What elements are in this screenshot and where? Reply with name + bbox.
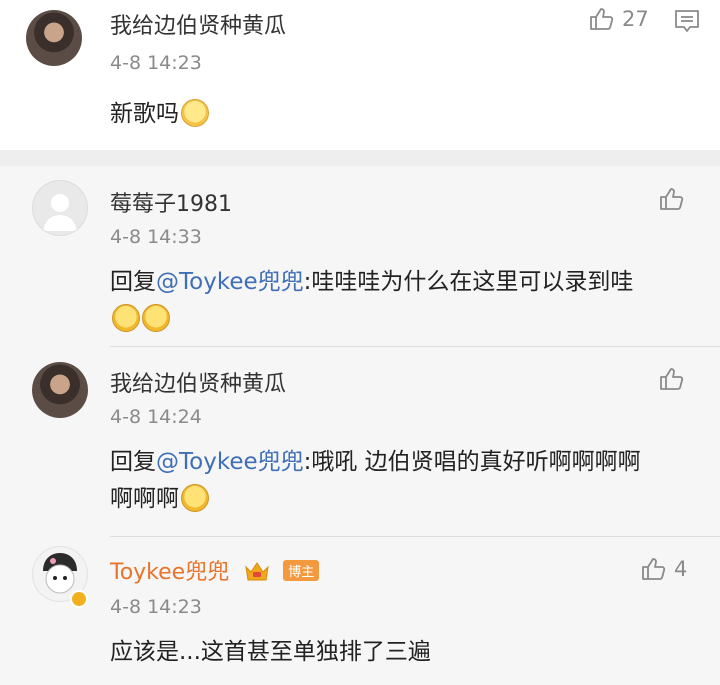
verified-badge-icon <box>70 590 88 608</box>
thumbs-up-icon <box>590 8 614 30</box>
reply-time: 4-8 14:24 <box>110 406 202 428</box>
reply-author[interactable]: 莓莓子1981 <box>110 186 232 218</box>
comment-text-body: 新歌吗 <box>110 101 179 127</box>
reply-time: 4-8 14:23 <box>110 596 202 618</box>
reply-text: 回复@Toykee兜兜:哦吼 边伯贤唱的真好听啊啊啊啊 啊啊啊 <box>110 444 700 518</box>
avatar[interactable] <box>26 10 82 66</box>
reply-text: 应该是...这首甚至单独排了三遍 <box>110 639 431 665</box>
comment-text: 新歌吗 <box>110 96 209 133</box>
reply-body-line1: :哦吼 边伯贤唱的真好听啊啊啊啊 <box>303 449 641 475</box>
crown-badge-icon <box>245 562 269 581</box>
reply-author[interactable]: 我给边伯贤种黄瓜 <box>110 366 286 398</box>
reply-author-name[interactable]: Toykee兜兜 <box>110 560 229 585</box>
avatar[interactable] <box>32 180 88 236</box>
reply-prefix: 回复 <box>110 449 156 475</box>
main-comment: 我给边伯贤种黄瓜 4-8 14:23 新歌吗 27 <box>0 0 720 150</box>
replies-list: 莓莓子1981 4-8 14:33 回复@Toykee兜兜:哇哇哇为什么在这里可… <box>0 166 720 685</box>
divider <box>110 536 720 537</box>
mention-link[interactable]: @Toykee兜兜 <box>156 449 304 475</box>
reply-body-line2: 啊啊啊 <box>110 486 179 512</box>
reply-author[interactable]: Toykee兜兜 博主 <box>110 554 320 586</box>
reply-text: 回复@Toykee兜兜:哇哇哇为什么在这里可以录到哇 <box>110 264 700 338</box>
mention-link[interactable]: @Toykee兜兜 <box>156 269 304 295</box>
like-count: 4 <box>674 557 688 581</box>
crying-emoji-icon <box>112 304 140 332</box>
reply-body: :哇哇哇为什么在这里可以录到哇 <box>303 269 634 295</box>
reply-prefix: 回复 <box>110 269 156 295</box>
comment-time: 4-8 14:23 <box>110 52 202 74</box>
like-button[interactable]: 27 <box>588 6 649 32</box>
like-button[interactable]: 4 <box>640 556 687 582</box>
thumbs-up-icon <box>642 558 666 580</box>
owner-badge: 博主 <box>283 560 320 581</box>
crying-emoji-icon <box>142 304 170 332</box>
comment-box-icon[interactable] <box>674 8 700 34</box>
laughing-tears-emoji-icon <box>181 484 209 512</box>
reply-time: 4-8 14:33 <box>110 226 202 248</box>
avatar[interactable] <box>32 362 88 418</box>
thumbs-up-icon[interactable] <box>658 186 684 212</box>
section-separator <box>0 150 720 166</box>
comment-author[interactable]: 我给边伯贤种黄瓜 <box>110 8 286 40</box>
divider <box>110 346 720 347</box>
thumbs-up-icon[interactable] <box>658 366 684 392</box>
tongue-smile-emoji-icon <box>181 99 209 127</box>
default-user-icon <box>43 194 77 231</box>
like-count: 27 <box>622 7 649 31</box>
